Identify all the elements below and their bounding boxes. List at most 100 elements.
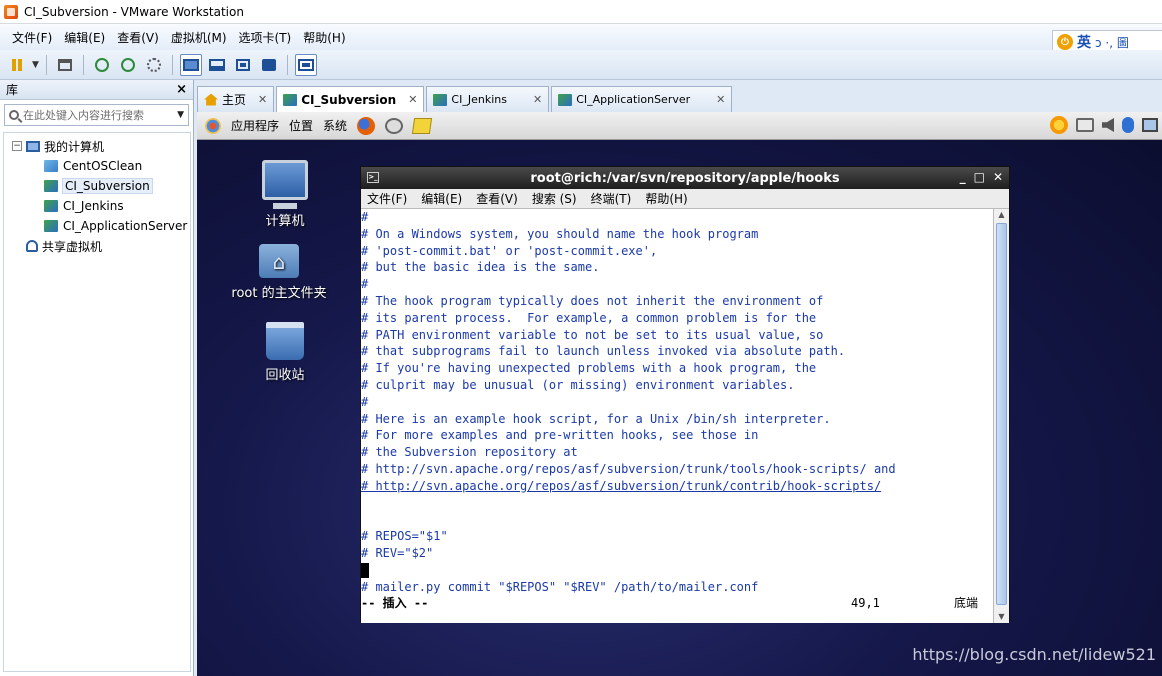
desktop-icon-label: 计算机 [265, 214, 305, 229]
unity-icon [261, 58, 276, 71]
terminal-line: # If you're having unexpected problems w… [361, 361, 817, 376]
terminal-line: # REV="$2" [361, 545, 434, 560]
terminal-titlebar[interactable]: >_ root@rich:/var/svn/repository/apple/h… [361, 167, 1009, 189]
system-tray [1050, 116, 1158, 134]
unity-button[interactable] [258, 54, 280, 76]
close-icon[interactable]: ✕ [258, 93, 267, 106]
terminal-line: # that subprograms fail to launch unless… [361, 344, 846, 359]
tab-label: CI_Subversion [301, 92, 397, 107]
guest-desktop[interactable]: 应用程序 位置 系统 计算机 root 的主文件夹 回收站 >_ root@ri… [197, 112, 1162, 676]
terminal-menu-terminal[interactable]: 终端(T) [591, 190, 632, 207]
terminal-menu-view[interactable]: 查看(V) [476, 190, 518, 207]
snapshot-manager-button[interactable] [143, 54, 165, 76]
terminal-window[interactable]: >_ root@rich:/var/svn/repository/apple/h… [360, 166, 1010, 623]
terminal-menubar: 文件(F) 编辑(E) 查看(V) 搜索 (S) 终端(T) 帮助(H) [361, 189, 1009, 209]
scrollbar-thumb[interactable] [996, 223, 1007, 605]
library-view-icon [182, 58, 199, 71]
update-icon[interactable] [1050, 116, 1068, 134]
network-icon[interactable] [1076, 118, 1094, 132]
close-icon[interactable]: ✕ [533, 93, 542, 106]
terminal-menu-edit[interactable]: 编辑(E) [421, 190, 462, 207]
panel-applications-menu[interactable]: 应用程序 [231, 117, 279, 134]
fullscreen-button[interactable] [232, 54, 254, 76]
desktop-icon-home[interactable]: root 的主文件夹 [219, 244, 339, 301]
tree-item-ci-applicationserver[interactable]: CI_ApplicationServer [4, 216, 190, 236]
ime-symbols[interactable]: ɔ ·, 圖 [1095, 34, 1129, 51]
notes-icon[interactable] [411, 117, 433, 134]
vm-tree: − 我的计算机 CentOSClean CI_Subversion CI_Jen… [3, 132, 191, 672]
chevron-down-icon[interactable]: ▼ [32, 60, 39, 70]
show-library-button[interactable] [179, 53, 202, 76]
thumbnail-bar-button[interactable] [206, 54, 228, 76]
panel-system-menu[interactable]: 系统 [323, 117, 347, 134]
menubar: 文件(F) 编辑(E) 查看(V) 虚拟机(M) 选项卡(T) 帮助(H) [0, 24, 1162, 50]
terminal-menu-file[interactable]: 文件(F) [367, 190, 407, 207]
menu-file[interactable]: 文件(F) [6, 29, 58, 46]
mail-icon[interactable] [385, 117, 404, 134]
terminal-scrollbar[interactable]: ▲ ▼ [993, 209, 1009, 623]
snapshot-button[interactable] [91, 54, 113, 76]
tree-item-ci-subversion[interactable]: CI_Subversion [4, 176, 190, 196]
scroll-up-icon[interactable]: ▲ [995, 209, 1008, 221]
terminal-line: # 'post-commit.bat' or 'post-commit.exe'… [361, 243, 658, 258]
minimize-icon[interactable]: _ [960, 170, 966, 184]
library-search-input[interactable]: 在此处键入内容进行搜索 ▼ [4, 104, 189, 126]
terminal-line: # mailer.py commit "$REPOS" "$REV" /path… [361, 579, 759, 594]
menu-edit[interactable]: 编辑(E) [58, 29, 111, 46]
tree-item-centosclean[interactable]: CentOSClean [4, 156, 190, 176]
close-icon[interactable]: ✕ [993, 170, 1003, 184]
tab-ci-subversion[interactable]: CI_Subversion ✕ [276, 86, 425, 112]
vm-running-icon [44, 200, 58, 212]
close-icon[interactable]: ✕ [716, 93, 725, 106]
terminal-line: # The hook program typically does not in… [361, 293, 824, 308]
network-button[interactable] [54, 54, 76, 76]
revert-snapshot-button[interactable] [117, 54, 139, 76]
chevron-down-icon[interactable]: ▼ [177, 110, 184, 120]
bluetooth-icon[interactable] [1122, 117, 1134, 133]
terminal-line-link[interactable]: # http://svn.apache.org/repos/asf/subver… [361, 478, 995, 495]
close-icon[interactable]: × [176, 82, 187, 97]
volume-icon[interactable] [1102, 118, 1114, 132]
terminal-text-area[interactable]: # # On a Windows system, you should name… [361, 209, 995, 623]
vim-mode: -- 插入 -- [361, 596, 429, 611]
tab-ci-jenkins[interactable]: CI_Jenkins ✕ [426, 86, 550, 112]
scroll-down-icon[interactable]: ▼ [995, 611, 1008, 623]
vm-icon [433, 93, 448, 106]
terminal-menu-search[interactable]: 搜索 (S) [532, 190, 577, 207]
menu-view[interactable]: 查看(V) [111, 29, 165, 46]
collapse-icon[interactable]: − [12, 141, 22, 151]
firefox-icon[interactable] [357, 116, 376, 135]
desktop-icon-trash[interactable]: 回收站 [225, 322, 345, 383]
maximize-icon[interactable]: □ [974, 170, 985, 184]
vmware-app-icon [4, 4, 18, 19]
display-icon[interactable] [1142, 118, 1158, 132]
terminal-line: # [361, 210, 369, 224]
window-titlebar: CI_Subversion - VMware Workstation [0, 0, 1162, 24]
desktop-icon-computer[interactable]: 计算机 [225, 160, 345, 229]
close-icon[interactable]: ✕ [408, 93, 417, 106]
menu-help[interactable]: 帮助(H) [297, 29, 351, 46]
tree-item-ci-jenkins[interactable]: CI_Jenkins [4, 196, 190, 216]
snapshot-icon [94, 57, 109, 72]
vm-icon [558, 93, 573, 106]
terminal-line: # http://svn.apache.org/repos/asf/subver… [361, 461, 896, 476]
revert-icon [120, 57, 135, 72]
power-pause-button[interactable] [6, 54, 28, 76]
search-placeholder: 在此处键入内容进行搜索 [23, 109, 144, 122]
menu-vm[interactable]: 虚拟机(M) [165, 29, 233, 46]
tree-item-my-computer[interactable]: − 我的计算机 [4, 136, 190, 156]
terminal-menu-help[interactable]: 帮助(H) [645, 190, 687, 207]
console-view-button[interactable] [294, 53, 317, 76]
terminal-line: # [361, 277, 369, 292]
fullscreen-icon [235, 58, 250, 71]
tree-label: 我的计算机 [44, 139, 105, 154]
tab-ci-applicationserver[interactable]: CI_ApplicationServer ✕ [551, 86, 733, 112]
ime-language[interactable]: 英 [1077, 32, 1091, 52]
tab-home[interactable]: 主页 ✕ [197, 86, 275, 112]
terminal-icon: >_ [367, 172, 379, 183]
panel-places-menu[interactable]: 位置 [289, 117, 313, 134]
menu-tabs[interactable]: 选项卡(T) [233, 29, 298, 46]
tree-item-shared-vms[interactable]: 共享虚拟机 [4, 236, 190, 256]
